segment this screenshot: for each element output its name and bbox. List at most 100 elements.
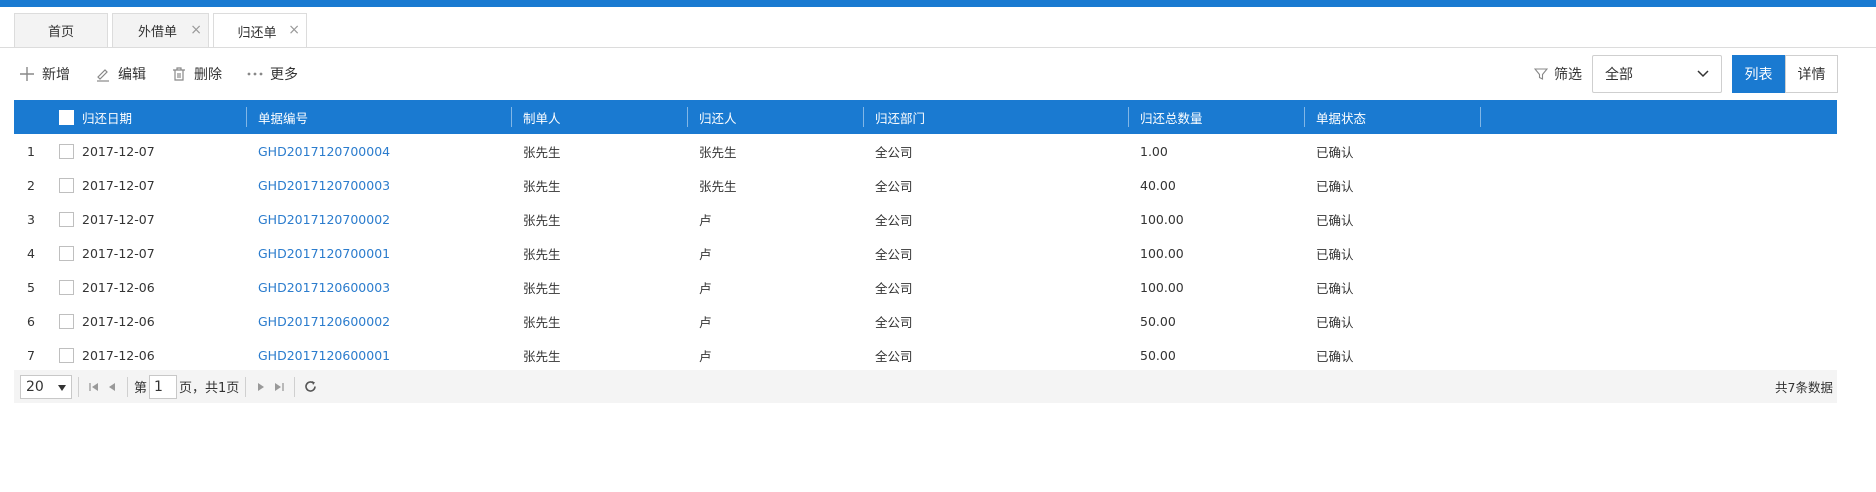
row-checkbox-cell [48, 270, 84, 304]
detail-view-button[interactable]: 详情 [1785, 55, 1838, 93]
table-row[interactable]: 7 2017-12-06 GHD2017120600001 张先生 卢 全公司 … [14, 338, 1837, 372]
table-row[interactable]: 3 2017-12-07 GHD2017120700002 张先生 卢 全公司 … [14, 202, 1837, 236]
tab-lend-order[interactable]: 外借单 × [112, 13, 209, 47]
row-number: 1 [27, 143, 35, 159]
row-checkbox[interactable] [58, 347, 74, 363]
column-header-return-date[interactable]: 归还日期 [82, 100, 132, 134]
row-checkbox[interactable] [58, 245, 74, 261]
table-row[interactable]: 1 2017-12-07 GHD2017120700004 张先生 张先生 全公… [14, 134, 1837, 168]
cell-status: 已确认 [1316, 144, 1354, 160]
more-dots-icon [246, 65, 264, 83]
column-divider[interactable] [1128, 107, 1129, 127]
cell-return-date: 2017-12-06 [82, 347, 155, 363]
tab-return-order[interactable]: 归还单 × [213, 13, 307, 48]
cell-total-quantity: 50.00 [1140, 347, 1176, 363]
total-records: 共7条数据 [1775, 380, 1833, 395]
table-row[interactable]: 4 2017-12-07 GHD2017120700001 张先生 卢 全公司 … [14, 236, 1837, 270]
last-page-icon[interactable] [272, 378, 286, 396]
filter-button[interactable]: 筛选 [1534, 64, 1582, 84]
cell-department: 全公司 [875, 314, 913, 330]
column-divider[interactable] [246, 107, 247, 127]
select-all-checkbox[interactable] [58, 109, 74, 125]
order-number-link[interactable]: GHD2017120600001 [258, 338, 390, 372]
page-size-select[interactable]: 20 [20, 374, 72, 399]
cell-status: 已确认 [1316, 178, 1354, 194]
row-checkbox[interactable] [58, 211, 74, 227]
page-number-input[interactable]: 1 [149, 374, 178, 399]
grid-header: 归还日期 单据编号 制单人 归还人 归还部门 归还总数量 单据状态 [14, 100, 1837, 134]
delete-label: 删除 [194, 67, 222, 83]
cell-return-date: 2017-12-07 [82, 143, 155, 159]
toolbar: 新增 编辑 删除 更多 [18, 62, 322, 86]
column-divider[interactable] [1480, 107, 1481, 127]
column-divider[interactable] [863, 107, 864, 127]
first-page-icon[interactable] [87, 378, 101, 396]
cell-creator: 张先生 [523, 348, 561, 364]
edit-label: 编辑 [118, 67, 146, 83]
prev-page-icon[interactable] [105, 378, 119, 396]
order-number-link[interactable]: GHD2017120700001 [258, 236, 390, 270]
view-controls: 筛选 全部 列表 详情 [1534, 55, 1838, 93]
cell-returner: 张先生 [699, 144, 737, 160]
order-number-link[interactable]: GHD2017120700002 [258, 202, 390, 236]
column-header-status[interactable]: 单据状态 [1316, 100, 1366, 134]
column-header-department[interactable]: 归还部门 [875, 100, 925, 134]
tab-home[interactable]: 首页 [14, 13, 108, 47]
next-page-icon[interactable] [254, 378, 268, 396]
row-checkbox[interactable] [58, 313, 74, 329]
cell-department: 全公司 [875, 178, 913, 194]
refresh-icon[interactable] [303, 378, 317, 396]
delete-button[interactable]: 删除 [170, 64, 222, 84]
order-number-link[interactable]: GHD2017120700004 [258, 134, 390, 168]
row-number: 7 [27, 347, 35, 363]
row-checkbox-cell [48, 236, 84, 270]
cell-creator: 张先生 [523, 144, 561, 160]
cell-department: 全公司 [875, 348, 913, 364]
order-number-link[interactable]: GHD2017120700003 [258, 168, 390, 202]
cell-return-date: 2017-12-07 [82, 245, 155, 261]
cell-return-date: 2017-12-07 [82, 177, 155, 193]
column-divider[interactable] [1304, 107, 1305, 127]
cell-total-quantity: 100.00 [1140, 279, 1184, 295]
cell-returner: 卢 [699, 246, 712, 262]
row-checkbox-cell [48, 202, 84, 236]
cell-return-date: 2017-12-07 [82, 211, 155, 227]
column-divider[interactable] [511, 107, 512, 127]
pager-divider [245, 376, 247, 397]
filter-label: 筛选 [1554, 67, 1582, 83]
cell-status: 已确认 [1316, 246, 1354, 262]
row-checkbox[interactable] [58, 177, 74, 193]
add-button[interactable]: 新增 [18, 64, 70, 84]
table-row[interactable]: 6 2017-12-06 GHD2017120600002 张先生 卢 全公司 … [14, 304, 1837, 338]
pager-divider [294, 376, 296, 397]
order-number-link[interactable]: GHD2017120600003 [258, 270, 390, 304]
column-divider[interactable] [687, 107, 688, 127]
column-header-order-number[interactable]: 单据编号 [258, 100, 308, 134]
column-header-total-quantity[interactable]: 归还总数量 [1140, 100, 1203, 134]
pager-divider [127, 376, 128, 397]
tab-label: 首页 [47, 25, 74, 40]
cell-department: 全公司 [875, 212, 913, 228]
close-icon[interactable]: × [190, 22, 202, 38]
tab-label: 外借单 [137, 25, 177, 40]
list-view-button[interactable]: 列表 [1732, 55, 1785, 93]
cell-status: 已确认 [1316, 280, 1354, 296]
more-button[interactable]: 更多 [246, 64, 298, 84]
caret-down-icon [58, 379, 66, 395]
plus-icon [18, 65, 36, 83]
edit-button[interactable]: 编辑 [94, 64, 146, 84]
cell-total-quantity: 100.00 [1140, 245, 1184, 261]
order-number-link[interactable]: GHD2017120600002 [258, 304, 390, 338]
row-checkbox[interactable] [58, 143, 74, 159]
column-header-creator[interactable]: 制单人 [523, 100, 561, 134]
column-header-returner[interactable]: 归还人 [699, 100, 737, 134]
cell-creator: 张先生 [523, 314, 561, 330]
tabs-divider [0, 47, 1876, 48]
cell-returner: 卢 [699, 348, 712, 364]
table-row[interactable]: 5 2017-12-06 GHD2017120600003 张先生 卢 全公司 … [14, 270, 1837, 304]
filter-select-value: 全部 [1605, 67, 1633, 83]
close-icon[interactable]: × [288, 22, 300, 38]
table-row[interactable]: 2 2017-12-07 GHD2017120700003 张先生 张先生 全公… [14, 168, 1837, 202]
filter-select[interactable]: 全部 [1592, 55, 1722, 93]
row-checkbox[interactable] [58, 279, 74, 295]
